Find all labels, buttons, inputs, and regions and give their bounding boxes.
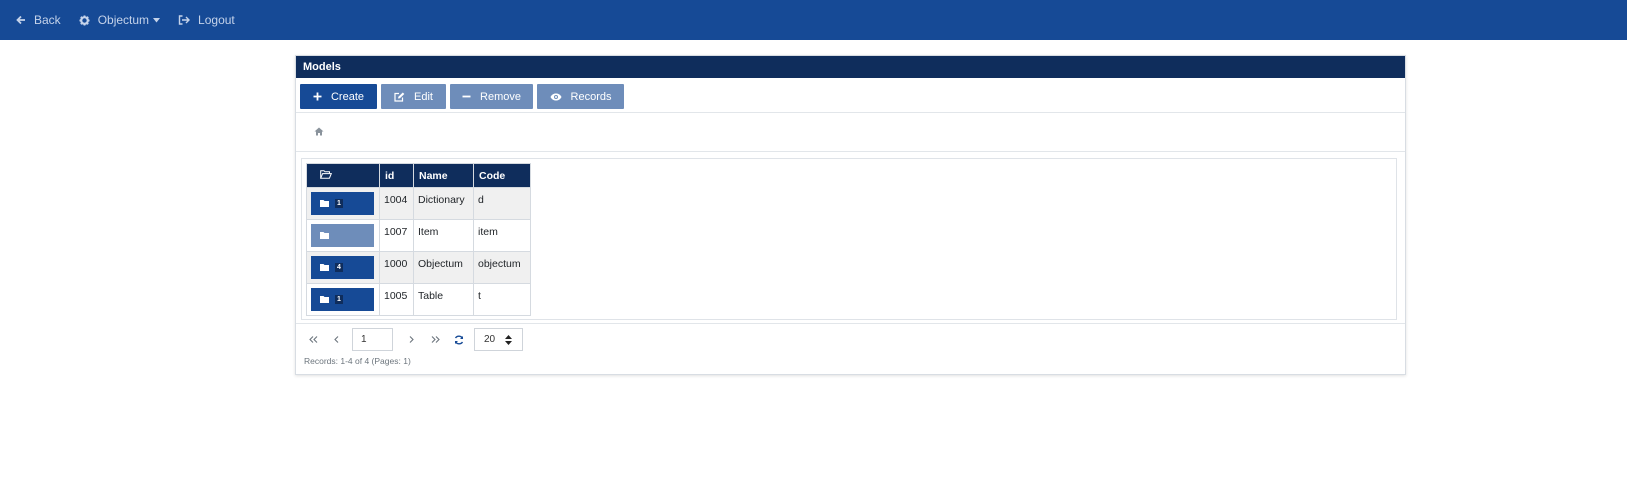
pagination-bar: 1 20 Records: 1-4 of 4 (Pages: 1) [296,323,1405,375]
cell-name: Table [413,283,474,316]
caret-down-icon [153,17,161,22]
folder-cell: 1 [306,187,380,220]
models-table: id Name Code 1 1004 Dictionary d 1007 It… [306,163,531,316]
cell-id: 1000 [379,251,414,284]
records-button[interactable]: Records [537,84,624,109]
folder-icon [320,232,329,239]
create-label: Create [330,90,365,103]
refresh-icon[interactable] [454,335,464,345]
cell-id: 1007 [379,219,414,252]
eye-icon [550,93,562,100]
records-status: Records: 1-4 of 4 (Pages: 1) [304,356,411,366]
remove-button[interactable]: Remove [450,84,533,109]
next-page-icon[interactable] [409,336,414,343]
header-name[interactable]: Name [413,163,474,188]
open-folder-button[interactable]: 1 [311,192,374,215]
edit-icon [394,92,405,102]
folder-open-icon [319,169,333,179]
table-row[interactable]: 1007 Item item [306,219,531,252]
cell-id: 1005 [379,283,414,316]
home-icon[interactable] [314,127,324,136]
sign-out-icon [178,15,191,25]
header-id[interactable]: id [379,163,414,188]
create-button[interactable]: Create [300,84,377,109]
open-folder-button[interactable]: 4 [311,256,374,279]
objectum-label: Objectum [97,13,150,27]
page-size-select[interactable]: 20 [474,328,523,351]
models-panel: Models Create Edit Remove Records id Nam… [295,55,1406,375]
page-size-value: 20 [484,334,496,345]
back-button[interactable]: Back [16,13,61,27]
header-code[interactable]: Code [473,163,531,188]
breadcrumb [296,113,1405,152]
top-navbar: Back Objectum Logout [0,0,1627,40]
cell-name: Dictionary [413,187,474,220]
edit-button[interactable]: Edit [381,84,446,109]
logout-button[interactable]: Logout [178,13,235,27]
records-label: Records [570,90,612,103]
cell-id: 1004 [379,187,414,220]
first-page-icon[interactable] [309,336,318,343]
folder-cell: 4 [306,251,380,284]
prev-page-icon[interactable] [334,336,339,343]
folder-icon [320,296,329,303]
cell-code: d [473,187,531,220]
plus-icon [313,92,322,101]
remove-label: Remove [480,90,521,103]
cell-code: item [473,219,531,252]
gear-icon [79,14,90,26]
table-row[interactable]: 1 1005 Table t [306,283,531,316]
cell-name: Objectum [413,251,474,284]
objectum-menu[interactable]: Objectum [79,13,161,27]
panel-title: Models [296,56,1405,78]
arrow-left-icon [16,15,25,25]
open-folder-button[interactable] [311,224,374,247]
edit-label: Edit [414,90,433,103]
folder-cell: 1 [306,283,380,316]
folder-cell [306,219,380,252]
models-grid: id Name Code 1 1004 Dictionary d 1007 It… [301,158,1397,320]
open-folder-button[interactable]: 1 [311,288,374,311]
table-row[interactable]: 1 1004 Dictionary d [306,187,531,220]
header-folder[interactable] [306,163,380,188]
child-count-badge: 1 [335,199,343,208]
folder-icon [320,264,329,271]
cell-code: objectum [473,251,531,284]
child-count-badge: 4 [335,263,343,272]
table-header-row: id Name Code [306,163,531,188]
page-number-input[interactable]: 1 [352,328,393,351]
table-row[interactable]: 4 1000 Objectum objectum [306,251,531,284]
back-label: Back [34,13,61,27]
cell-code: t [473,283,531,316]
cell-name: Item [413,219,474,252]
folder-icon [320,200,329,207]
logout-label: Logout [198,13,235,27]
child-count-badge: 1 [335,295,343,304]
last-page-icon[interactable] [431,336,440,343]
minus-icon [462,95,471,98]
sort-icon [505,335,512,345]
action-toolbar: Create Edit Remove Records [296,78,1405,113]
